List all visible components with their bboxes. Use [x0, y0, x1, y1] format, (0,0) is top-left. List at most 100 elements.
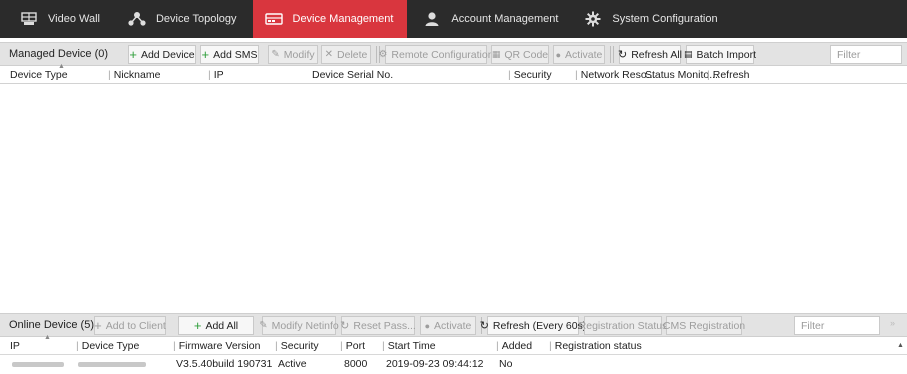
pencil-icon: ✎	[271, 49, 280, 60]
qr-code-button[interactable]: ▦ QR Code	[491, 45, 549, 64]
redacted-device-type	[78, 361, 146, 367]
nav-label: Device Topology	[155, 13, 237, 25]
column-added[interactable]: | Added	[496, 337, 532, 355]
nav-tab-video-wall[interactable]: Video Wall	[10, 0, 118, 38]
bulb-icon: ●	[555, 49, 562, 60]
gear-icon	[582, 10, 604, 28]
toolbar-separator	[613, 46, 614, 63]
refresh-every-label: Refresh (Every 60s)	[492, 319, 587, 332]
column-ip[interactable]: IP	[10, 337, 20, 355]
batch-import-label: Batch Import	[696, 48, 757, 61]
add-device-label: Add Device	[140, 48, 195, 61]
reset-password-label: Reset Pass...	[353, 319, 416, 332]
add-device-button[interactable]: + Add Device	[128, 45, 196, 64]
online-filter-input[interactable]	[794, 316, 880, 335]
online-device-title: Online Device (5)	[9, 319, 94, 331]
plus-icon: +	[193, 318, 202, 333]
import-icon: ▤	[683, 49, 693, 59]
cell-device-type	[78, 355, 146, 374]
cell-ip	[12, 355, 64, 374]
add-all-label: Add All	[205, 319, 239, 332]
column-network-resource[interactable]: | Network Reso...	[575, 66, 655, 84]
cell-start-time: 2019-09-23 09:44:12	[386, 358, 484, 370]
sort-ascending-icon: ▲	[44, 334, 51, 341]
column-device-serial[interactable]: Device Serial No.	[312, 66, 393, 84]
modify-netinfo-button[interactable]: ✎ Modify Netinfo	[259, 316, 339, 335]
column-firmware-version[interactable]: | Firmware Version	[173, 337, 260, 355]
nav-label: Device Management	[292, 13, 394, 25]
column-ip[interactable]: | IP	[208, 66, 224, 84]
batch-import-button[interactable]: ▤ Batch Import	[683, 45, 757, 64]
managed-filter-input[interactable]	[830, 45, 902, 64]
add-to-client-button[interactable]: + Add to Client	[94, 316, 166, 335]
registration-status-button[interactable]: Registration Status	[579, 316, 667, 335]
cms-registration-label: CMS Registration	[662, 319, 746, 332]
scroll-up-icon[interactable]: ▲	[896, 341, 905, 350]
add-to-client-label: Add to Client	[105, 319, 166, 332]
column-security[interactable]: | Security	[508, 66, 552, 84]
refresh-every-60s-button[interactable]: ↻ Refresh (Every 60s)	[480, 316, 586, 335]
device-management-icon	[263, 10, 285, 28]
modify-button[interactable]: ✎ Modify	[268, 45, 318, 64]
activate-label: Activate	[565, 48, 603, 61]
nav-label: Account Management	[451, 13, 559, 25]
column-port[interactable]: | Port	[340, 337, 365, 355]
column-nickname[interactable]: | Nickname	[108, 66, 160, 84]
nav-tab-system-configuration[interactable]: System Configuration	[574, 0, 731, 38]
column-start-time[interactable]: | Start Time	[382, 337, 436, 355]
managed-device-list	[0, 85, 907, 314]
qr-code-label: QR Code	[504, 48, 549, 61]
nav-tab-device-management[interactable]: Device Management	[252, 0, 408, 38]
online-activate-label: Activate	[434, 319, 472, 332]
modify-label: Modify	[283, 48, 315, 61]
modify-netinfo-label: Modify Netinfo	[271, 319, 339, 332]
reset-password-button[interactable]: ↻ Reset Pass...	[340, 316, 416, 335]
toolbar-separator	[610, 46, 611, 63]
column-security[interactable]: | Security	[275, 337, 319, 355]
column-refresh[interactable]: | Refresh	[707, 66, 750, 84]
refresh-all-button[interactable]: ↻ Refresh All	[618, 45, 682, 64]
bulb-icon: ●	[424, 320, 431, 331]
redacted-ip	[12, 361, 64, 367]
top-navigation: Video Wall Device Topology Device Manage…	[0, 0, 907, 38]
column-registration-status[interactable]: | Registration status	[549, 337, 642, 355]
online-device-toolbar: Online Device (5) + Add to Client + Add …	[0, 313, 907, 337]
remote-configuration-label: Remote Configuration	[391, 48, 494, 61]
add-all-button[interactable]: + Add All	[178, 316, 254, 335]
cms-registration-button[interactable]: CMS Registration	[662, 316, 746, 335]
cell-port: 8000	[344, 358, 368, 370]
qr-code-icon: ▦	[491, 49, 501, 59]
online-device-table-header: ▲ IP | Device Type | Firmware Version | Sec…	[0, 334, 907, 355]
toolbar-separator	[376, 46, 377, 63]
video-wall-icon	[18, 10, 40, 28]
cell-firmware-version: V3.5.40build 190731	[176, 358, 273, 370]
add-sms-button[interactable]: + Add SMS	[200, 45, 259, 64]
gear-icon: ⚙	[378, 49, 388, 60]
delete-button[interactable]: ✕ Delete	[321, 45, 371, 64]
managed-device-table-header: ▲ Device Type | Nickname | IP Device Seria…	[0, 63, 907, 84]
account-icon	[421, 10, 443, 28]
activate-button[interactable]: ● Activate	[553, 45, 605, 64]
add-sms-label: Add SMS	[213, 48, 258, 61]
refresh-icon: ↻	[479, 320, 489, 332]
plus-icon: +	[94, 318, 102, 333]
online-activate-button[interactable]: ● Activate	[420, 316, 476, 335]
refresh-all-label: Refresh All	[631, 48, 682, 61]
nav-label: System Configuration	[612, 13, 718, 25]
nav-tab-account-management[interactable]: Account Management	[407, 0, 574, 38]
refresh-icon: ↻	[618, 49, 628, 61]
close-icon: ✕	[324, 49, 334, 60]
plus-icon: +	[201, 47, 210, 62]
cell-security: Active	[278, 358, 307, 370]
pencil-icon: ✎	[259, 320, 268, 331]
registration-status-label: Registration Status	[578, 319, 668, 332]
column-device-type[interactable]: | Device Type	[76, 337, 139, 355]
remote-configuration-button[interactable]: ⚙ Remote Configuration	[378, 45, 494, 64]
managed-device-title: Managed Device (0)	[9, 48, 109, 60]
refresh-icon: ↻	[340, 320, 350, 332]
collapse-icon[interactable]: »	[890, 318, 895, 328]
nav-tab-device-topology[interactable]: Device Topology	[118, 0, 253, 38]
nav-label: Video Wall	[48, 13, 100, 25]
table-row[interactable]: V3.5.40build 190731 Active 8000 2019-09-…	[0, 355, 896, 374]
column-device-type[interactable]: Device Type	[10, 66, 68, 84]
